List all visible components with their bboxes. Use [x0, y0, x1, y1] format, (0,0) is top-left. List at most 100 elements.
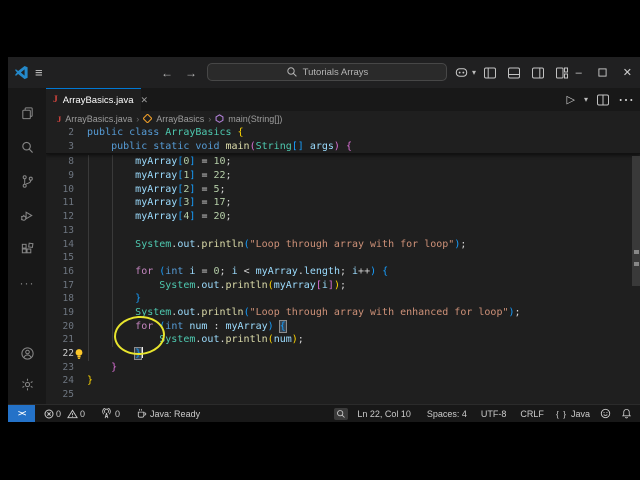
search-view-icon[interactable]: [8, 130, 46, 164]
command-center-search[interactable]: Tutorials Arrays: [207, 63, 447, 81]
code-text: System.out.println(myArray[i]);: [159, 279, 346, 291]
code-line-25[interactable]: 25: [46, 388, 640, 402]
code-line-13[interactable]: 13: [46, 224, 640, 238]
cursor-position[interactable]: Ln 22, Col 10: [352, 405, 416, 422]
coffee-cup-icon: [137, 408, 147, 418]
breadcrumb-file[interactable]: ArrayBasics.java: [65, 114, 132, 124]
braces-icon: { }: [555, 408, 567, 419]
run-dropdown-icon[interactable]: ▾: [584, 95, 588, 104]
copilot-menu[interactable]: ▾: [454, 57, 476, 88]
remote-indicator[interactable]: ><: [8, 405, 35, 422]
code-line-18[interactable]: 18 }: [46, 292, 640, 306]
status-bar: >< 0 0 0 Java: Ready Ln 22, Col 10 Space…: [8, 404, 640, 422]
indentation[interactable]: Spaces: 4: [422, 405, 472, 422]
java-status[interactable]: Java: Ready: [131, 405, 205, 422]
code-line-17[interactable]: 17 System.out.println(myArray[i]);: [46, 279, 640, 293]
status-bar-right: Ln 22, Col 10 Spaces: 4 UTF-8 CRLF { } J…: [334, 405, 640, 422]
back-icon[interactable]: ←: [161, 66, 173, 80]
toggle-sidebar-icon[interactable]: [484, 67, 496, 79]
code-text: myArray[0] = 10;: [135, 156, 232, 168]
close-button[interactable]: ✕: [623, 66, 632, 79]
line-number: 2: [68, 127, 74, 138]
code-line-14[interactable]: 14 System.out.println("Loop through arra…: [46, 238, 640, 252]
tab-close-icon[interactable]: ✕: [141, 95, 149, 106]
gutter-gap: [74, 140, 87, 154]
menu-icon[interactable]: ≡: [35, 57, 43, 88]
code-editor[interactable]: 2 public class ArrayBasics { 3 public stat…: [46, 126, 640, 404]
line-number: 22: [62, 348, 74, 359]
account-icon[interactable]: [8, 336, 46, 370]
breadcrumb-symbol[interactable]: main(String[]): [228, 114, 282, 124]
code-line-12[interactable]: 12 myArray[4] = 20;: [46, 210, 640, 224]
customize-layout-icon[interactable]: [556, 67, 568, 79]
gutter-gap: [74, 374, 87, 388]
gutter-gap: [74, 333, 87, 347]
gutter-gap: [74, 292, 87, 306]
minimize-button[interactable]: –: [576, 67, 582, 79]
line-number: 10: [62, 183, 74, 195]
settings-gear-icon[interactable]: [8, 370, 46, 404]
gutter-gap: [74, 238, 87, 252]
code-line-10[interactable]: 10 myArray[2] = 5;: [46, 183, 640, 197]
tab-label: ArrayBasics.java: [62, 94, 134, 106]
gutter-gap: [74, 265, 87, 279]
problems-indicator[interactable]: 0 0: [39, 405, 90, 422]
feedback-indicator[interactable]: [595, 405, 616, 422]
gutter-gap: [74, 347, 87, 361]
line-number: 23: [62, 361, 74, 373]
notifications-indicator[interactable]: [616, 405, 640, 422]
gutter-gap: [74, 320, 87, 334]
toggle-panel-icon[interactable]: [508, 67, 520, 79]
editor-scrollbar[interactable]: [632, 156, 640, 286]
error-icon: [44, 409, 54, 418]
gutter-gap: [74, 183, 87, 197]
ports-indicator[interactable]: 0: [96, 405, 125, 422]
code-text: public class ArrayBasics {: [87, 127, 244, 138]
line-number: 19: [62, 306, 74, 318]
gutter-gap: [74, 224, 87, 238]
more-views-icon[interactable]: ···: [8, 266, 46, 300]
split-editor-icon[interactable]: [597, 94, 609, 106]
line-number: 9: [68, 170, 74, 182]
explorer-icon[interactable]: [8, 96, 46, 130]
source-control-icon[interactable]: [8, 164, 46, 198]
forward-icon[interactable]: →: [185, 66, 197, 80]
more-actions-icon[interactable]: ⋯: [618, 90, 634, 110]
maximize-button[interactable]: [598, 68, 607, 77]
nav-arrows: ← →: [161, 57, 197, 88]
code-line-11[interactable]: 11 myArray[3] = 17;: [46, 196, 640, 210]
language-mode[interactable]: { } Java: [551, 405, 595, 422]
code-text: myArray[4] = 20;: [135, 211, 232, 223]
layout-controls: [484, 57, 568, 88]
code-line-23[interactable]: 23 }: [46, 361, 640, 375]
lightbulb-icon[interactable]: [74, 348, 84, 360]
code-line-16[interactable]: 16 for (int i = 0; i < myArray.length; i…: [46, 265, 640, 279]
gutter-gap: [74, 196, 87, 210]
toggle-secondary-sidebar-icon[interactable]: [532, 67, 544, 79]
zoom-indicator[interactable]: [334, 407, 349, 420]
search-label: Tutorials Arrays: [302, 66, 369, 78]
line-number: 13: [62, 224, 74, 236]
line-number: 3: [68, 140, 74, 152]
run-button[interactable]: ▷: [567, 93, 575, 106]
encoding[interactable]: UTF-8: [476, 405, 512, 422]
code-line-8[interactable]: 8 myArray[0] = 10;: [46, 155, 640, 169]
line-number: 25: [62, 389, 74, 401]
method-symbol-icon: [215, 114, 224, 123]
extensions-icon[interactable]: [8, 232, 46, 266]
code-line-2[interactable]: 2 public class ArrayBasics {: [46, 126, 640, 140]
eol-sequence[interactable]: CRLF: [515, 405, 549, 422]
language-label: Java: [570, 408, 590, 419]
gutter-gap: [74, 210, 87, 224]
code-text: System.out.println("Loop through array w…: [135, 238, 467, 250]
warning-count: 0: [80, 408, 86, 419]
code-line-24[interactable]: 24}: [46, 374, 640, 388]
code-line-3[interactable]: 3 public static void main(String[] args)…: [46, 140, 640, 154]
line-number: 8: [68, 156, 74, 168]
code-line-15[interactable]: 15: [46, 251, 640, 265]
code-text: for (int i = 0; i < myArray.length; i++)…: [135, 265, 389, 277]
breadcrumb-class[interactable]: ArrayBasics: [156, 114, 204, 124]
tab-arraybasics[interactable]: J ArrayBasics.java ✕: [46, 88, 148, 111]
run-debug-icon[interactable]: [8, 198, 46, 232]
code-line-9[interactable]: 9 myArray[1] = 22;: [46, 169, 640, 183]
